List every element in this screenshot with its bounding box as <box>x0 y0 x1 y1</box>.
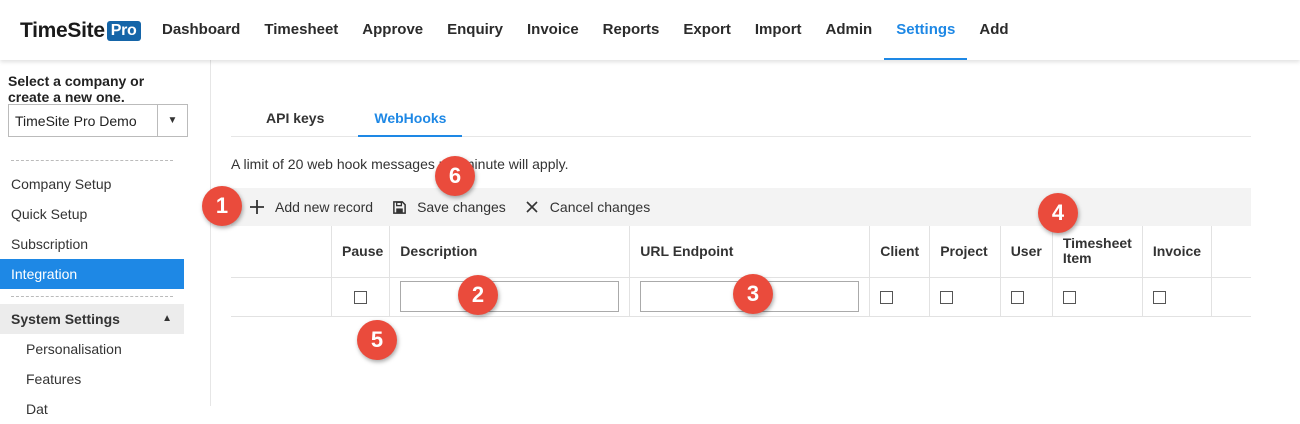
nav-enquiry[interactable]: Enquiry <box>435 0 515 60</box>
description-input[interactable] <box>400 281 620 312</box>
company-select-value: TimeSite Pro Demo <box>15 113 137 129</box>
sidebar-section-label: System Settings <box>11 311 120 327</box>
annotation-badge-1: 1 <box>202 186 242 226</box>
column-header-project[interactable]: Project <box>929 226 1001 278</box>
row-cell-blank <box>231 277 332 317</box>
logo-pro-badge: Pro <box>106 21 141 41</box>
timesite-pro-logo[interactable]: TimeSite Pro <box>20 19 141 43</box>
pause-checkbox[interactable] <box>354 291 368 305</box>
column-header-invoice[interactable]: Invoice <box>1141 226 1212 278</box>
save-icon <box>391 199 407 215</box>
project-checkbox[interactable] <box>940 291 954 305</box>
tab-api-keys[interactable]: API keys <box>250 99 340 136</box>
logo-text: TimeSite <box>20 19 105 42</box>
column-header-timesheet-item[interactable]: Timesheet Item <box>1051 226 1143 278</box>
timesheet-item-cell <box>1051 277 1143 317</box>
annotation-badge-3: 3 <box>733 274 773 314</box>
client-checkbox[interactable] <box>880 291 894 305</box>
annotation-badge-2: 2 <box>458 275 498 315</box>
nav-add[interactable]: Add <box>967 0 1020 60</box>
sidebar-section-system-settings[interactable]: System Settings ▲ <box>0 304 184 334</box>
nav-dashboard[interactable]: Dashboard <box>150 0 252 60</box>
nav-export[interactable]: Export <box>671 0 743 60</box>
top-navigation-bar: TimeSite Pro Dashboard Timesheet Approve… <box>0 0 1300 60</box>
project-cell <box>929 277 1001 317</box>
column-header-client[interactable]: Client <box>869 226 930 278</box>
cancel-changes-label: Cancel changes <box>549 199 651 215</box>
invoice-cell <box>1141 277 1212 317</box>
annotation-badge-4: 4 <box>1038 193 1078 233</box>
grid-toolbar: Add new record Save changes Cancel chang… <box>231 188 1251 226</box>
sidebar-item-integration[interactable]: Integration <box>0 259 184 289</box>
main-nav: Dashboard Timesheet Approve Enquiry Invo… <box>150 0 1021 60</box>
plus-icon <box>249 199 265 215</box>
sidebar-item-personalisation[interactable]: Personalisation <box>0 334 184 364</box>
sidebar-item-company-setup[interactable]: Company Setup <box>0 169 184 199</box>
pause-cell <box>331 277 390 317</box>
nav-invoice[interactable]: Invoice <box>515 0 591 60</box>
sidebar-divider <box>11 160 173 161</box>
sidebar-divider <box>11 296 173 297</box>
dropdown-arrow-icon[interactable]: ▼ <box>157 105 187 136</box>
user-cell <box>999 277 1053 317</box>
nav-admin[interactable]: Admin <box>814 0 885 60</box>
save-changes-button[interactable]: Save changes <box>391 199 506 215</box>
add-new-record-button[interactable]: Add new record <box>249 199 373 215</box>
column-header-description[interactable]: Description <box>389 226 630 278</box>
company-select[interactable]: TimeSite Pro Demo ▼ <box>8 104 188 137</box>
webhook-limit-note: A limit of 20 web hook messages per minu… <box>231 156 569 172</box>
nav-timesheet[interactable]: Timesheet <box>252 0 350 60</box>
company-select-label: Select a company or create a new one. <box>8 73 145 105</box>
save-changes-label: Save changes <box>417 199 506 215</box>
column-header-pause[interactable]: Pause <box>331 226 390 278</box>
cancel-changes-button[interactable]: Cancel changes <box>524 199 650 215</box>
sidebar-item-data[interactable]: Dat <box>0 394 184 424</box>
sidebar-item-quick-setup[interactable]: Quick Setup <box>0 199 184 229</box>
nav-import[interactable]: Import <box>743 0 814 60</box>
grid-header-filler <box>1211 226 1251 278</box>
tab-webhooks[interactable]: WebHooks <box>358 99 463 137</box>
row-cell-filler <box>1211 277 1251 317</box>
close-icon <box>524 199 540 215</box>
description-cell <box>389 277 630 317</box>
invoice-checkbox[interactable] <box>1152 291 1166 305</box>
user-checkbox[interactable] <box>1010 291 1024 305</box>
integration-tabs: API keys WebHooks <box>231 99 1251 137</box>
grid-header-row: Pause Description URL Endpoint Client Pr… <box>231 226 1251 278</box>
grid-header-blank <box>231 226 332 278</box>
nav-reports[interactable]: Reports <box>591 0 672 60</box>
add-new-record-label: Add new record <box>275 199 374 215</box>
annotation-badge-6: 6 <box>435 156 475 196</box>
collapse-triangle-icon: ▲ <box>162 313 172 324</box>
column-header-url-endpoint[interactable]: URL Endpoint <box>629 226 870 278</box>
settings-sidebar: Select a company or create a new one. Ti… <box>0 60 211 417</box>
column-header-user[interactable]: User <box>999 226 1053 278</box>
client-cell <box>869 277 930 317</box>
annotation-badge-5: 5 <box>357 320 397 360</box>
sidebar-item-subscription[interactable]: Subscription <box>0 229 184 259</box>
nav-approve[interactable]: Approve <box>350 0 435 60</box>
sidebar-item-features[interactable]: Features <box>0 364 184 394</box>
timesheet-item-checkbox[interactable] <box>1062 291 1076 305</box>
nav-settings[interactable]: Settings <box>884 0 968 60</box>
